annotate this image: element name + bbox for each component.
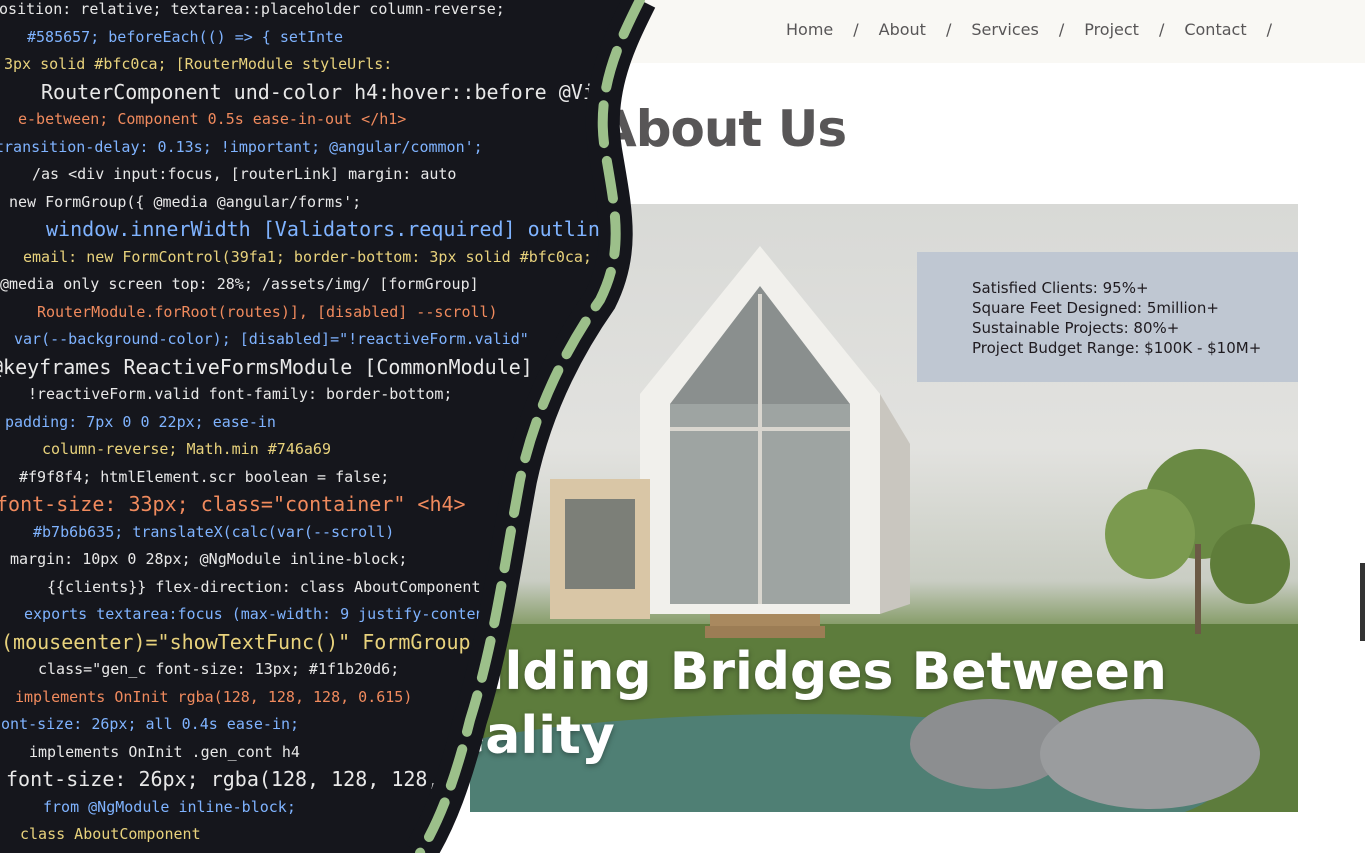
code-line: 3px solid #bfc0ca; [RouterModule styleUr… [4, 55, 393, 73]
code-line: RouterComponent und-color h4:hover::befo… [41, 79, 660, 104]
code-line: from @NgModule inline-block; [43, 797, 296, 816]
code-line: @media only screen top: 28%; /assets/img… [0, 275, 479, 293]
code-line: font-size: 33px; class="container" <h4> [0, 492, 466, 516]
nav-separator: / [1266, 20, 1272, 39]
nav-contact[interactable]: Contact [1184, 20, 1246, 39]
code-line: RouterModule.forRoot(routes)], [disabled… [37, 302, 498, 321]
code-line: font-size: 26px; rgba(128, 128, 128, [6, 767, 440, 791]
code-line: window.innerWidth [Validators.required] … [46, 217, 660, 241]
nav-home[interactable]: Home [786, 20, 833, 39]
code-line: {{clients}} flex-direction: class AboutC… [47, 577, 481, 596]
code-line: font-size: 26px; all 0.4s ease-in; [0, 715, 300, 733]
nav-separator: / [945, 20, 952, 39]
code-line: email: new FormControl(39fa1; border-bot… [23, 247, 592, 266]
nav-separator: / [1158, 20, 1165, 39]
nav-separator: / [1058, 20, 1065, 39]
code-line: !reactiveForm.valid font-family: border-… [28, 385, 453, 403]
code-line: implements OnInit rgba(128, 128, 128, 0.… [15, 687, 413, 706]
code-line: padding: 7px 0 0 22px; ease-in [5, 412, 276, 431]
page-scrollbar[interactable] [1360, 563, 1365, 641]
code-line: new FormGroup({ @media @angular/forms'; [9, 192, 362, 211]
code-line: (mouseenter)="showTextFunc()" FormGroup [1, 629, 471, 654]
main-nav: Home / About / Services / Project / Cont… [786, 20, 1292, 39]
hero-title-line-1: Building Bridges Between [410, 642, 1167, 702]
code-line: #585657; beforeEach(() => { setInte [27, 27, 344, 46]
nav-separator: / [853, 20, 859, 39]
code-line: column-reverse; Math.min #746a69 [42, 440, 331, 458]
code-line: e-between; Component 0.5s ease-in-out </… [18, 110, 407, 128]
code-line: class="gen_c font-size: 13px; #1f1b20d6; [38, 660, 400, 678]
code-line: @keyframes ReactiveFormsModule [CommonMo… [0, 354, 533, 379]
nav-services[interactable]: Services [971, 20, 1038, 39]
code-line: /as <div input:focus, [routerLink] margi… [32, 165, 457, 183]
code-line: transition-delay: 0.13s; !important; @an… [0, 137, 483, 156]
code-line: #f9f8f4; htmlElement.scr boolean = false… [19, 467, 390, 486]
nav-about[interactable]: About [879, 20, 926, 39]
code-line: class AboutComponent [20, 825, 201, 843]
stats-panel: Satisfied Clients: 95%+ Square Feet Desi… [917, 252, 1298, 382]
hero-title: Building Bridges Between Reality [410, 640, 1167, 768]
page-title: About Us [598, 100, 847, 158]
stat-square-feet: Square Feet Designed: 5million+ [972, 299, 1219, 317]
code-line: implements OnInit .gen_cont h4 [29, 742, 300, 761]
code-line: exports textarea:focus (max-width: 9 jus… [24, 605, 494, 623]
stat-sustainable: Sustainable Projects: 80%+ [972, 319, 1180, 337]
code-line: position: relative; textarea::placeholde… [0, 0, 505, 18]
nav-project[interactable]: Project [1084, 20, 1139, 39]
stat-budget: Project Budget Range: $100K - $10M+ [972, 339, 1262, 357]
code-line: var(--background-color); [disabled]="!re… [14, 330, 529, 348]
code-line: #b7b6b635; translateX(calc(var(--scroll) [33, 522, 395, 541]
code-line: margin: 10px 0 28px; @NgModule inline-bl… [10, 550, 408, 568]
stat-clients: Satisfied Clients: 95%+ [972, 279, 1149, 297]
